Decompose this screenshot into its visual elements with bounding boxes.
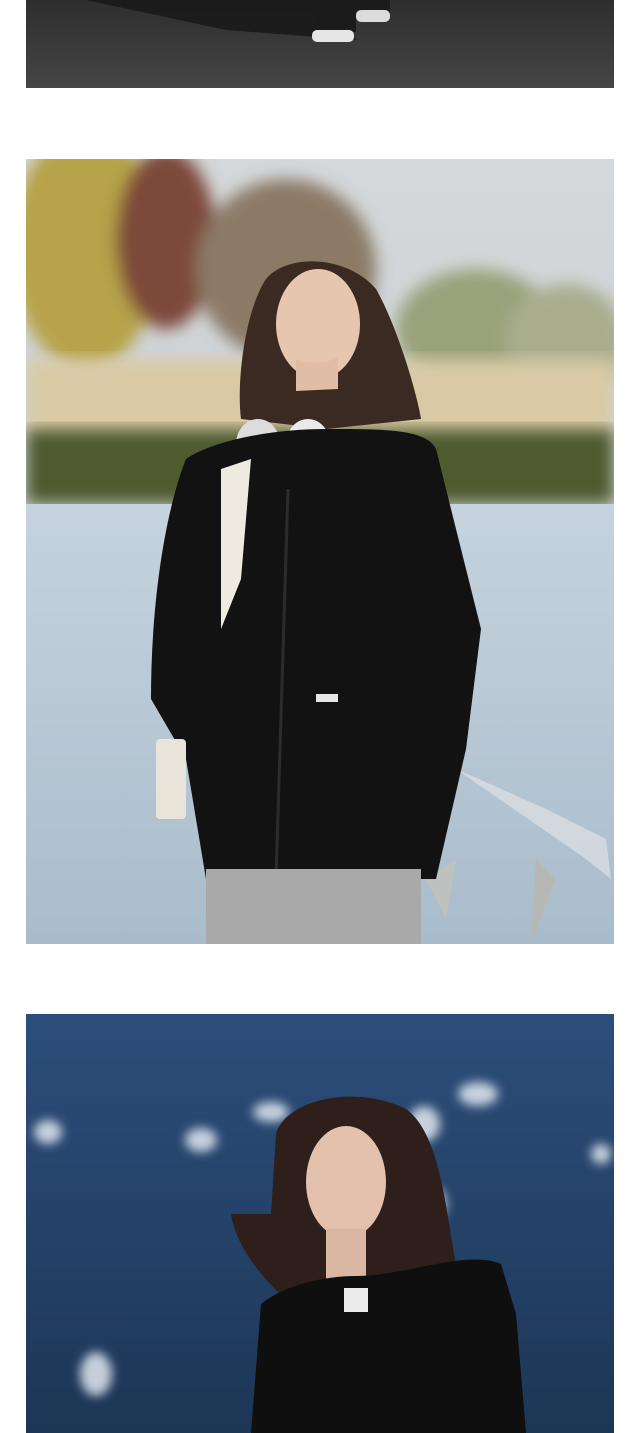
hoodie-label bbox=[316, 694, 338, 702]
photo-1-art bbox=[26, 0, 614, 88]
hoodie bbox=[151, 429, 481, 879]
tshirt-collar bbox=[344, 1288, 368, 1312]
product-photo-1 bbox=[26, 0, 614, 88]
sweatpants bbox=[206, 869, 421, 944]
photo-2-art bbox=[26, 159, 614, 944]
product-photo-3 bbox=[26, 1014, 614, 1433]
face bbox=[276, 269, 360, 379]
right-sneaker bbox=[356, 10, 390, 22]
photo-3-art bbox=[26, 1014, 614, 1433]
face bbox=[306, 1126, 386, 1238]
left-sneaker bbox=[312, 30, 354, 42]
product-photo-2 bbox=[26, 159, 614, 944]
bag bbox=[156, 739, 186, 819]
left-leg bbox=[316, 0, 356, 32]
